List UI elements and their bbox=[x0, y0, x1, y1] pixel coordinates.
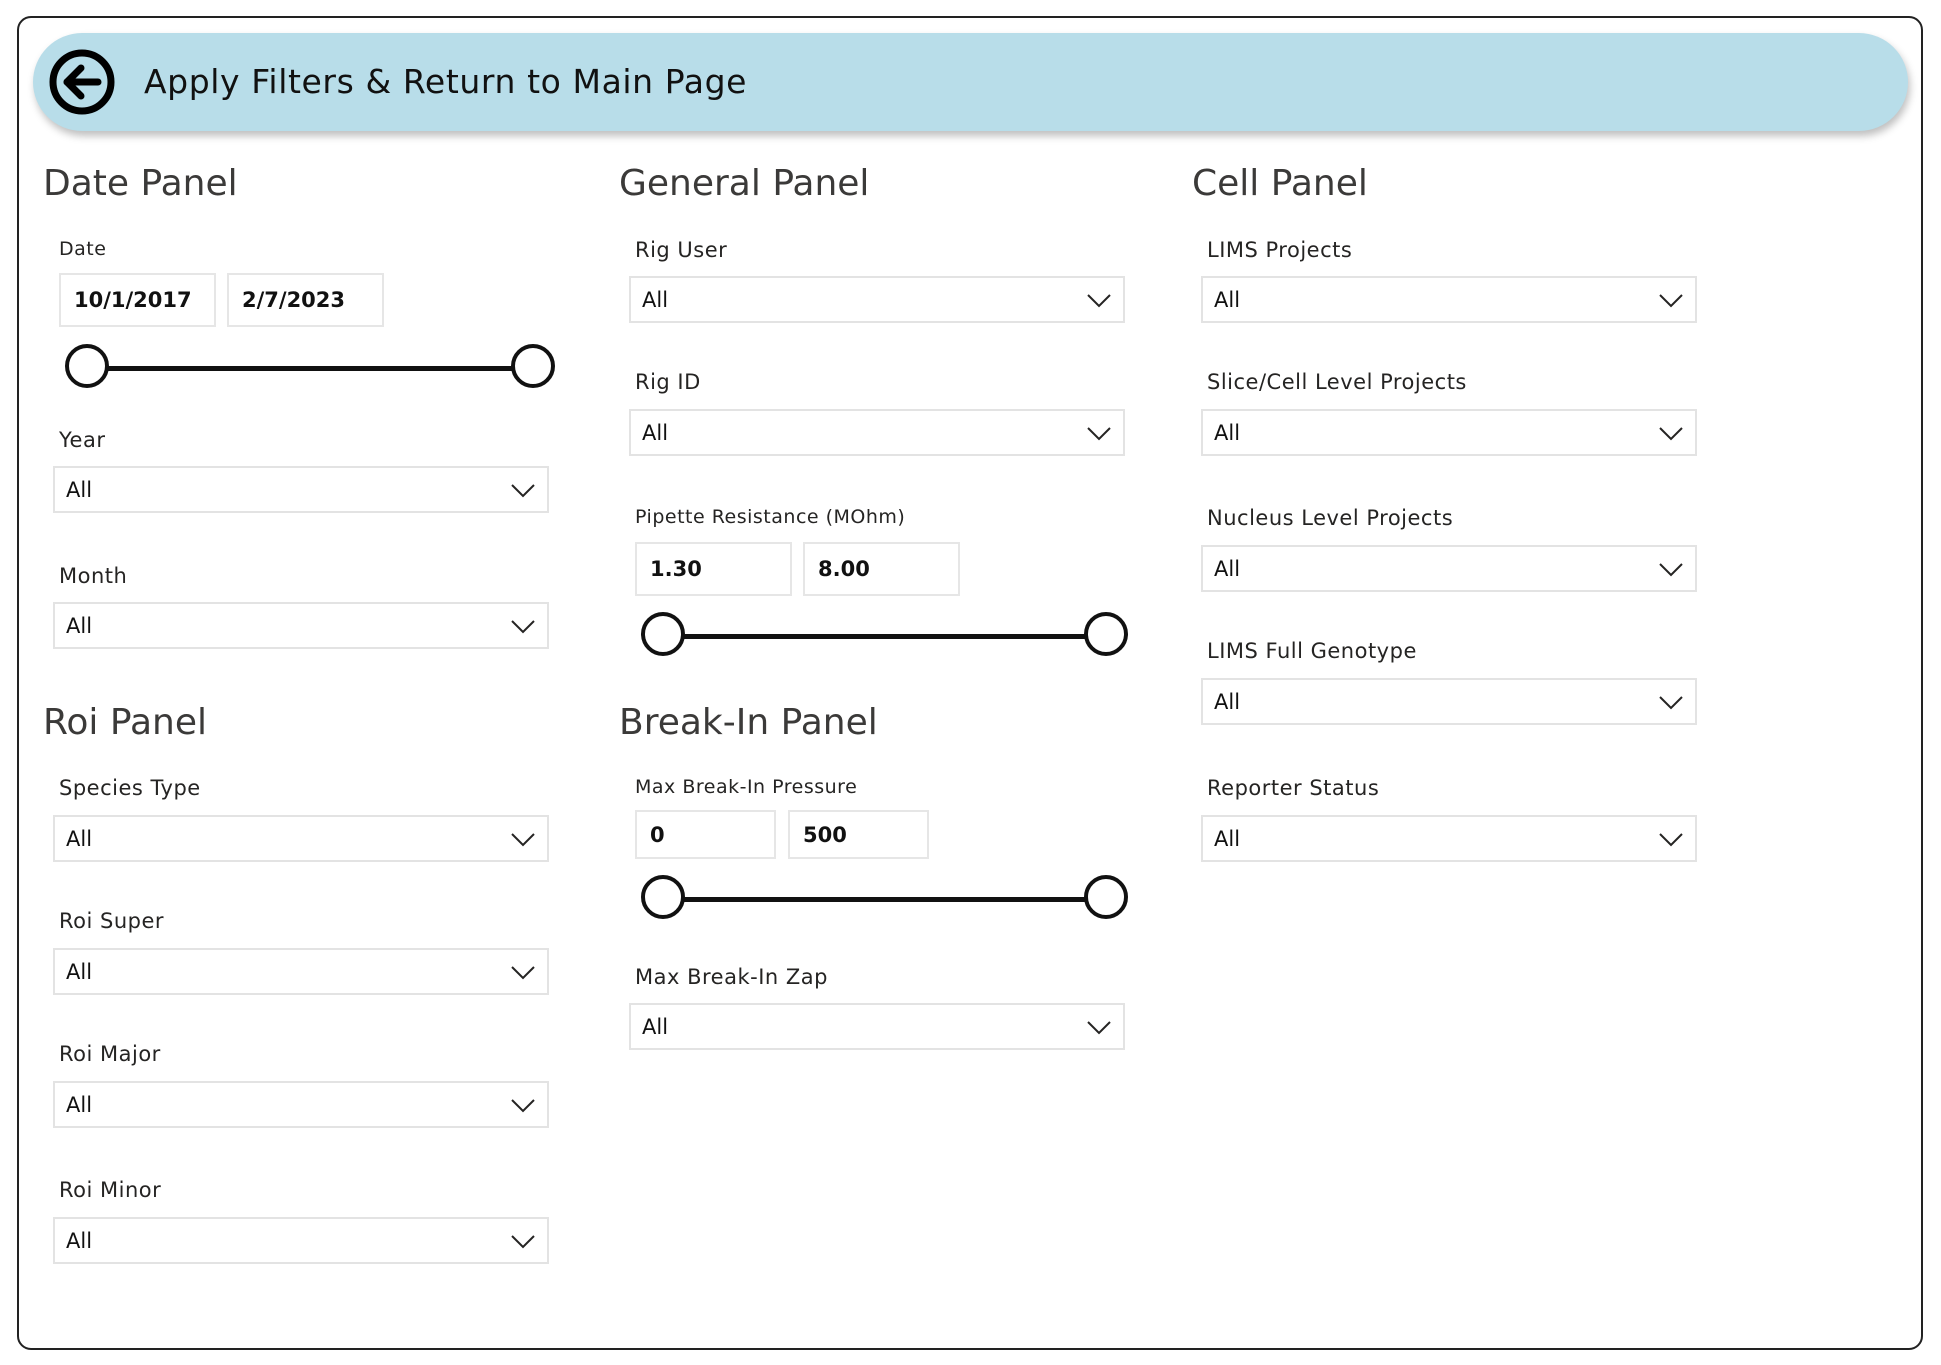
lims-genotype-value: All bbox=[1214, 690, 1241, 714]
date-panel-title: Date Panel bbox=[43, 163, 238, 204]
nucleus-projects-dropdown[interactable]: All bbox=[1201, 545, 1697, 592]
roi-super-dropdown[interactable]: All bbox=[53, 948, 549, 995]
month-value: All bbox=[66, 614, 93, 638]
chevron-down-icon bbox=[1659, 294, 1683, 308]
year-dropdown[interactable]: All bbox=[53, 466, 549, 513]
max-break-in-pressure-label: Max Break-In Pressure bbox=[635, 776, 858, 798]
year-label: Year bbox=[59, 428, 106, 452]
date-slider-track bbox=[83, 366, 537, 371]
chevron-down-icon bbox=[511, 484, 535, 498]
date-label: Date bbox=[59, 238, 107, 260]
date-start-input[interactable] bbox=[59, 273, 216, 327]
back-arrow-icon[interactable] bbox=[49, 49, 115, 115]
break-in-panel-title: Break-In Panel bbox=[619, 702, 878, 743]
chevron-down-icon bbox=[511, 966, 535, 980]
species-type-label: Species Type bbox=[59, 776, 201, 800]
roi-minor-value: All bbox=[66, 1229, 93, 1253]
roi-major-label: Roi Major bbox=[59, 1042, 161, 1066]
pipette-resistance-slider[interactable] bbox=[639, 610, 1130, 662]
month-label: Month bbox=[59, 564, 128, 588]
nucleus-projects-value: All bbox=[1214, 557, 1241, 581]
roi-super-value: All bbox=[66, 960, 93, 984]
reporter-status-label: Reporter Status bbox=[1207, 776, 1380, 800]
chevron-down-icon bbox=[1659, 427, 1683, 441]
rig-id-dropdown[interactable]: All bbox=[629, 409, 1125, 456]
date-slider-start-handle[interactable] bbox=[65, 344, 109, 388]
rig-id-label: Rig ID bbox=[635, 370, 701, 394]
roi-panel-title: Roi Panel bbox=[43, 702, 207, 743]
roi-major-value: All bbox=[66, 1093, 93, 1117]
nucleus-projects-label: Nucleus Level Projects bbox=[1207, 506, 1454, 530]
chevron-down-icon bbox=[1087, 294, 1111, 308]
roi-super-label: Roi Super bbox=[59, 909, 165, 933]
header-title[interactable]: Apply Filters & Return to Main Page bbox=[144, 62, 747, 102]
rig-id-value: All bbox=[642, 421, 669, 445]
rig-user-dropdown[interactable]: All bbox=[629, 276, 1125, 323]
species-type-value: All bbox=[66, 827, 93, 851]
max-break-in-zap-value: All bbox=[642, 1015, 669, 1039]
species-type-dropdown[interactable]: All bbox=[53, 815, 549, 862]
rig-user-label: Rig User bbox=[635, 238, 728, 262]
lims-genotype-dropdown[interactable]: All bbox=[1201, 678, 1697, 725]
slice-cell-projects-label: Slice/Cell Level Projects bbox=[1207, 370, 1467, 394]
date-end-input[interactable] bbox=[227, 273, 384, 327]
chevron-down-icon bbox=[511, 620, 535, 634]
chevron-down-icon bbox=[1659, 696, 1683, 710]
pipette-slider-min-handle[interactable] bbox=[641, 612, 685, 656]
lims-genotype-label: LIMS Full Genotype bbox=[1207, 639, 1417, 663]
reporter-status-dropdown[interactable]: All bbox=[1201, 815, 1697, 862]
pipette-slider-max-handle[interactable] bbox=[1084, 612, 1128, 656]
roi-minor-dropdown[interactable]: All bbox=[53, 1217, 549, 1264]
chevron-down-icon bbox=[511, 1099, 535, 1113]
chevron-down-icon bbox=[1659, 833, 1683, 847]
slice-cell-projects-dropdown[interactable]: All bbox=[1201, 409, 1697, 456]
chevron-down-icon bbox=[1659, 563, 1683, 577]
max-pressure-slider[interactable] bbox=[639, 873, 1130, 925]
max-pressure-min-input[interactable] bbox=[635, 810, 776, 859]
max-pressure-max-input[interactable] bbox=[788, 810, 929, 859]
lims-projects-label: LIMS Projects bbox=[1207, 238, 1353, 262]
lims-projects-dropdown[interactable]: All bbox=[1201, 276, 1697, 323]
general-panel-title: General Panel bbox=[619, 163, 870, 204]
chevron-down-icon bbox=[511, 833, 535, 847]
month-dropdown[interactable]: All bbox=[53, 602, 549, 649]
chevron-down-icon bbox=[511, 1235, 535, 1249]
pressure-slider-max-handle[interactable] bbox=[1084, 875, 1128, 919]
pipette-resistance-max-input[interactable] bbox=[803, 542, 960, 596]
date-range-slider[interactable] bbox=[63, 342, 557, 394]
pipette-resistance-min-input[interactable] bbox=[635, 542, 792, 596]
cell-panel-title: Cell Panel bbox=[1192, 163, 1368, 204]
lims-projects-value: All bbox=[1214, 288, 1241, 312]
year-value: All bbox=[66, 478, 93, 502]
pipette-resistance-label: Pipette Resistance (MOhm) bbox=[635, 506, 906, 528]
roi-major-dropdown[interactable]: All bbox=[53, 1081, 549, 1128]
date-slider-end-handle[interactable] bbox=[511, 344, 555, 388]
max-break-in-zap-dropdown[interactable]: All bbox=[629, 1003, 1125, 1050]
pressure-slider-min-handle[interactable] bbox=[641, 875, 685, 919]
pipette-slider-track bbox=[659, 634, 1110, 639]
slice-cell-projects-value: All bbox=[1214, 421, 1241, 445]
pressure-slider-track bbox=[659, 897, 1110, 902]
chevron-down-icon bbox=[1087, 1021, 1111, 1035]
max-break-in-zap-label: Max Break-In Zap bbox=[635, 965, 828, 989]
reporter-status-value: All bbox=[1214, 827, 1241, 851]
chevron-down-icon bbox=[1087, 427, 1111, 441]
rig-user-value: All bbox=[642, 288, 669, 312]
roi-minor-label: Roi Minor bbox=[59, 1178, 162, 1202]
